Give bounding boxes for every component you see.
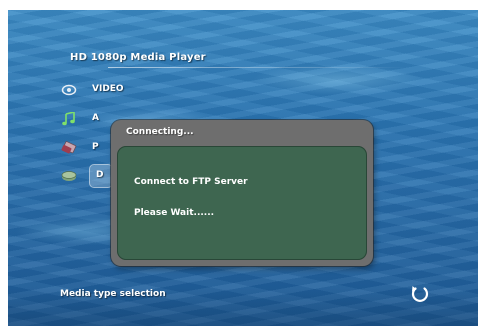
data-icon [60,168,78,184]
app-title: HD 1080p Media Player [70,52,206,63]
menu-item-video[interactable]: VIDEO [60,82,130,100]
dialog-title: Connecting... [126,127,194,137]
music-icon [60,111,78,127]
dialog-message: Connect to FTP Server [134,177,248,187]
title-divider [108,67,408,68]
connecting-dialog: Connecting... Connect to FTP Server Plea… [111,120,373,266]
back-arrow-icon[interactable] [409,282,431,304]
photo-icon [60,140,78,156]
menu-item-label: D [96,170,104,180]
media-player-screen: HD 1080p Media Player VIDEO A P D Connec… [8,10,478,326]
video-icon [60,82,78,98]
menu-item-label: VIDEO [92,84,124,94]
dialog-body: Connect to FTP Server Please Wait...... [117,146,367,260]
dialog-wait-message: Please Wait...... [134,208,215,218]
menu-item-label: A [92,113,99,123]
menu-item-label: P [92,142,99,152]
status-text: Media type selection [60,289,166,299]
